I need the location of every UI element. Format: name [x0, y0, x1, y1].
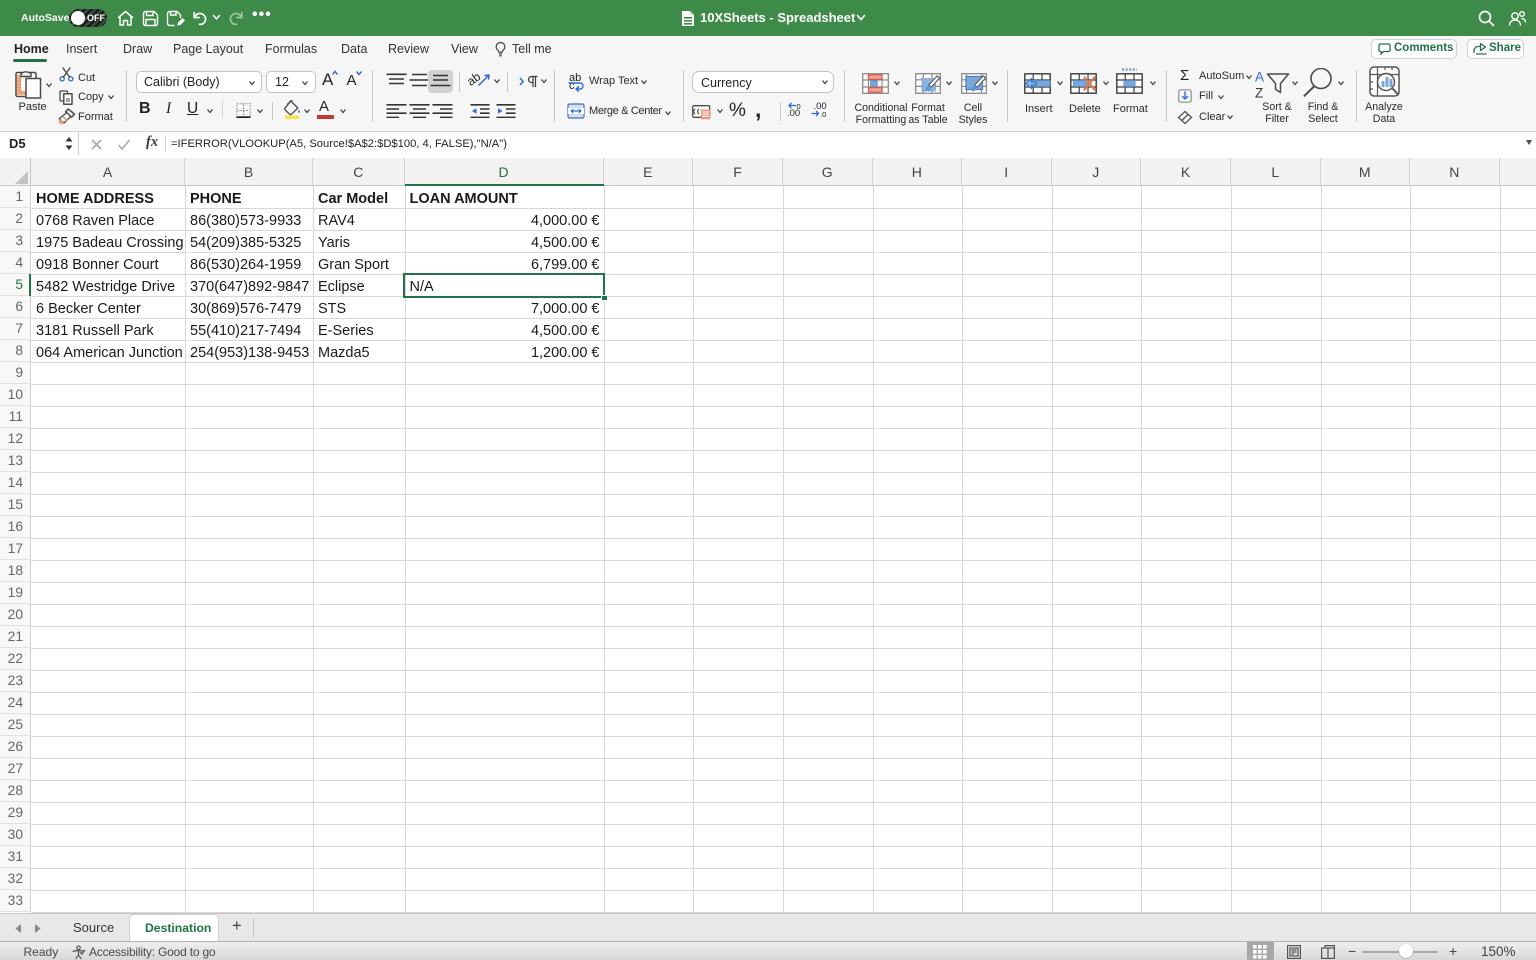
- svg-text:.0: .0: [820, 110, 826, 118]
- svg-text:0: 0: [797, 102, 801, 111]
- svg-text:A: A: [1255, 70, 1264, 85]
- svg-text:Z: Z: [1255, 86, 1263, 101]
